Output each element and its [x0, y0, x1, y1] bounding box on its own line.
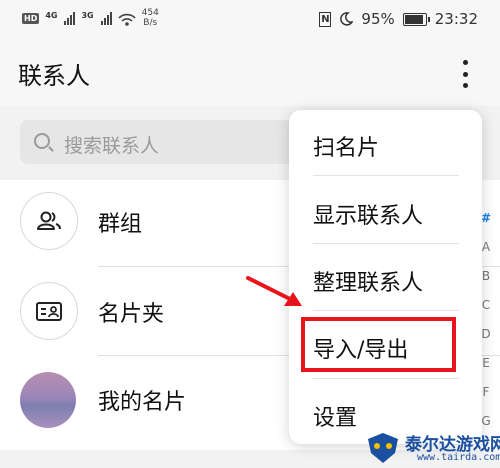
nfc-icon: N: [319, 11, 332, 27]
search-icon: [34, 133, 50, 149]
group-icon: [20, 192, 78, 250]
profile-photo: [20, 372, 76, 428]
status-left: HD 4G 3G 454 B/s: [22, 8, 159, 28]
signal-icon: [64, 11, 76, 25]
menu-divider: [313, 175, 459, 176]
menu-item-display-contacts[interactable]: 显示联系人: [313, 198, 423, 230]
network-type-2: 3G: [81, 10, 94, 20]
search-placeholder: 搜索联系人: [64, 135, 160, 157]
menu-item-scan-card[interactable]: 扫名片: [313, 130, 379, 162]
menu-item-organize-contacts[interactable]: 整理联系人: [313, 265, 423, 297]
watermark-logo: 泰尔达游戏网 www.tairda.com: [365, 428, 500, 468]
card-holder-icon: [20, 282, 78, 340]
status-bar: HD 4G 3G 454 B/s N 95% 23:32: [0, 0, 500, 40]
menu-divider: [313, 378, 459, 379]
status-right: N 95% 23:32: [319, 10, 478, 28]
battery-percent: 95%: [361, 10, 395, 28]
menu-item-settings[interactable]: 设置: [313, 400, 357, 432]
menu-divider: [313, 310, 459, 311]
watermark-url: www.tairda.com: [417, 452, 500, 463]
clock: 23:32: [434, 10, 478, 28]
list-item-label: 群组: [98, 212, 143, 237]
overflow-menu: 扫名片 显示联系人 整理联系人 导入/导出 设置: [289, 110, 482, 444]
list-item-label: 名片夹: [98, 302, 165, 327]
network-speed: 454 B/s: [141, 8, 159, 28]
moon-icon: [340, 12, 354, 26]
wifi-icon: [118, 13, 136, 26]
network-type-1: 4G: [45, 10, 58, 20]
hd-icon: HD: [22, 12, 40, 24]
list-item-label: 我的名片: [98, 390, 187, 415]
highlight-box: [301, 317, 456, 372]
app-header: 联系人: [0, 40, 500, 106]
more-vertical-icon[interactable]: [455, 60, 475, 88]
battery-icon: [402, 12, 430, 26]
controller-icon: [368, 433, 398, 463]
page-title: 联系人: [18, 62, 90, 90]
pointer-arrow-icon: [246, 276, 302, 306]
menu-divider: [313, 243, 459, 244]
signal-icon-2: [100, 11, 112, 25]
